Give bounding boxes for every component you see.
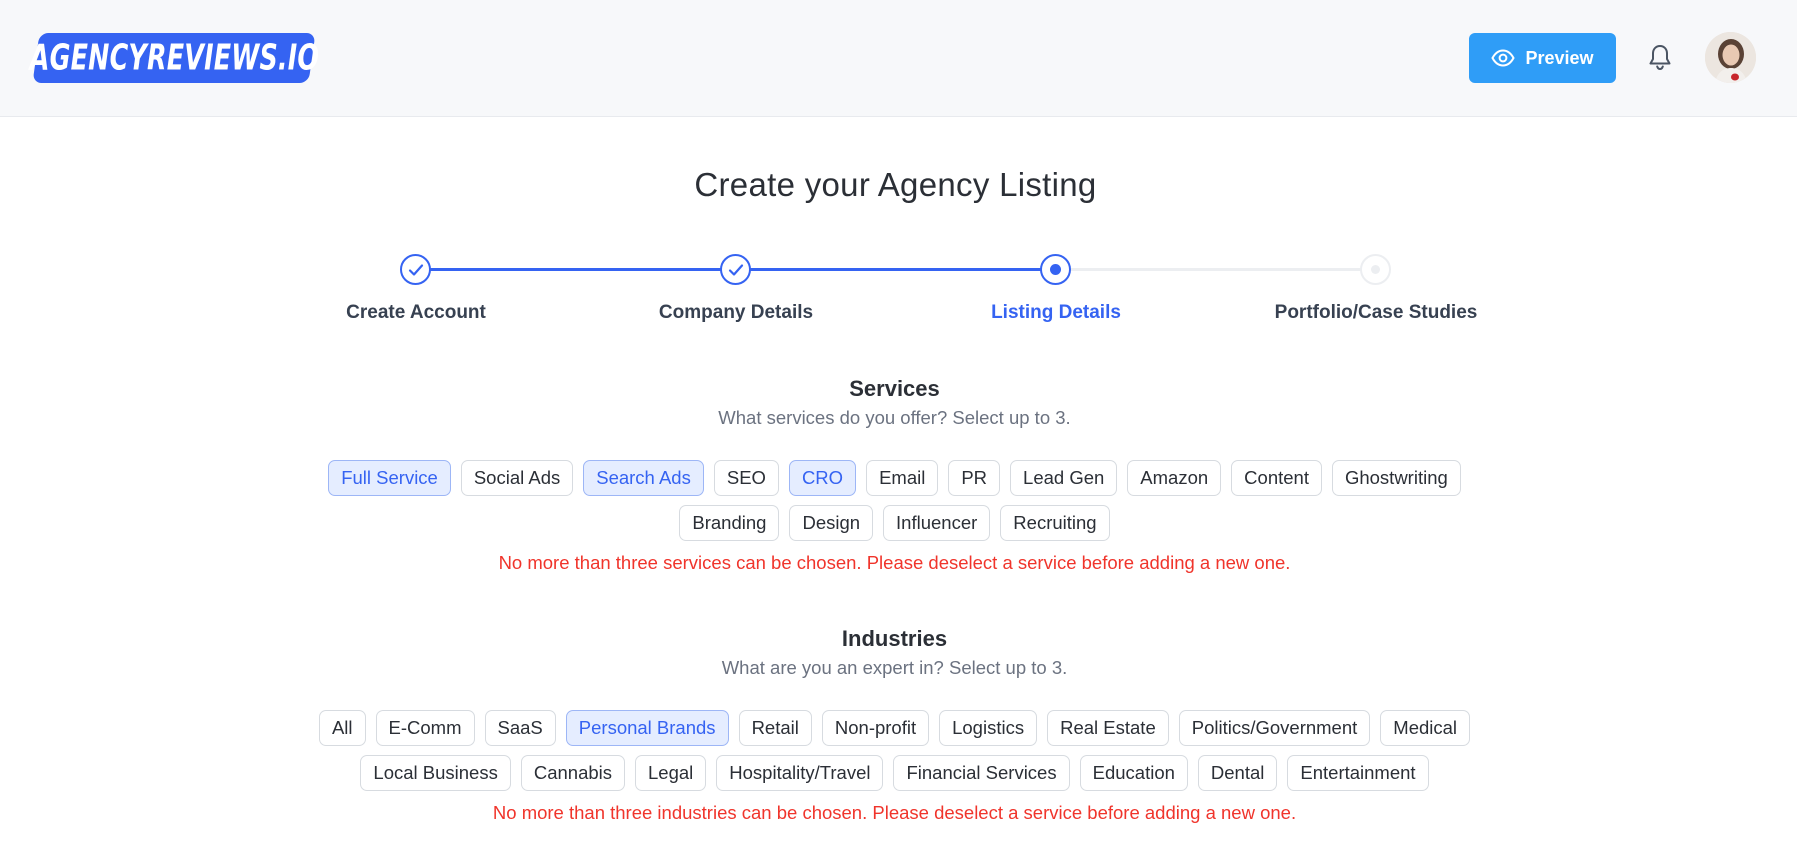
industries-error-message: No more than three industries can be cho… [492, 802, 1297, 823]
step-label-portfolio[interactable]: Portfolio/Case Studies [1236, 302, 1516, 324]
industry-chip[interactable]: Logistics [939, 710, 1038, 746]
industries-title: Industries [841, 626, 948, 651]
industry-chip[interactable]: Hospitality/Travel [716, 755, 884, 791]
industry-chip[interactable]: SaaS [484, 710, 556, 746]
industry-chip[interactable]: Real Estate [1047, 710, 1169, 746]
industries-row-1: All E-Comm SaaS Personal Brands Retail N… [0, 710, 1789, 746]
industries-row-2: Local Business Cannabis Legal Hospitalit… [0, 755, 1789, 791]
step-create-account-node[interactable] [400, 254, 431, 285]
eye-icon [1491, 49, 1516, 67]
industry-chip[interactable]: Medical [1380, 710, 1471, 746]
check-icon [728, 263, 743, 276]
services-row-1: Full Service Social Ads Search Ads SEO C… [0, 460, 1789, 496]
services-row-2: Branding Design Influencer Recruiting [0, 505, 1789, 541]
service-chip[interactable]: Search Ads [583, 460, 704, 496]
step-label-company-details[interactable]: Company Details [596, 302, 876, 324]
service-chip[interactable]: Amazon [1127, 460, 1222, 496]
logo[interactable]: AGENCYREVIEWS.IO [29, 33, 319, 83]
service-chip[interactable]: Branding [679, 505, 780, 541]
service-chip[interactable]: Design [789, 505, 874, 541]
service-chip[interactable]: Email [866, 460, 939, 496]
service-chip[interactable]: PR [948, 460, 1001, 496]
industry-chip[interactable]: Retail [738, 710, 812, 746]
step-listing-details-node[interactable] [1040, 254, 1071, 285]
industry-chip[interactable]: Local Business [360, 755, 511, 791]
service-chip[interactable]: Ghostwriting [1331, 460, 1461, 496]
avatar[interactable] [1705, 32, 1756, 83]
avatar-image [1705, 32, 1756, 83]
service-chip[interactable]: Lead Gen [1010, 460, 1118, 496]
service-chip[interactable]: Full Service [328, 460, 451, 496]
industry-chip[interactable]: Entertainment [1287, 755, 1429, 791]
logo-text: AGENCYREVIEWS.IO [29, 37, 319, 79]
step-label-listing-details[interactable]: Listing Details [916, 302, 1196, 324]
step-connector [735, 268, 1056, 271]
industry-chip[interactable]: E-Comm [375, 710, 475, 746]
industry-chip[interactable]: Non-profit [821, 710, 930, 746]
current-dot [1050, 264, 1061, 275]
industries-subtitle: What are you an expert in? Select up to … [721, 657, 1068, 678]
service-chip[interactable]: Social Ads [460, 460, 574, 496]
service-chip[interactable]: CRO [788, 460, 857, 496]
services-error-message: No more than three services can be chose… [498, 552, 1291, 573]
services-title: Services [849, 376, 940, 401]
industry-chip[interactable]: All [318, 710, 366, 746]
step-connector [416, 268, 735, 271]
page-title: Create your Agency Listing [694, 166, 1097, 203]
industry-chip[interactable]: Dental [1197, 755, 1278, 791]
services-subtitle: What services do you offer? Select up to… [718, 407, 1071, 428]
service-chip[interactable]: Recruiting [1000, 505, 1110, 541]
step-connector [1056, 268, 1376, 271]
industry-chip[interactable]: Personal Brands [565, 710, 729, 746]
industry-chip[interactable]: Cannabis [520, 755, 626, 791]
service-chip[interactable]: Content [1231, 460, 1322, 496]
top-header: AGENCYREVIEWS.IO Preview [0, 0, 1797, 117]
step-label-create-account[interactable]: Create Account [276, 302, 556, 324]
industry-chip[interactable]: Politics/Government [1178, 710, 1371, 746]
preview-button[interactable]: Preview [1469, 33, 1616, 83]
service-chip[interactable]: Influencer [883, 505, 991, 541]
check-icon [408, 263, 423, 276]
preview-label: Preview [1525, 47, 1594, 68]
industry-chip[interactable]: Legal [635, 755, 707, 791]
bell-icon[interactable] [1647, 43, 1673, 71]
step-portfolio-node[interactable] [1360, 254, 1391, 285]
pending-dot [1371, 265, 1380, 274]
progress-stepper: Create Account Company Details Listing D… [0, 250, 1797, 330]
industry-chip[interactable]: Education [1079, 755, 1188, 791]
industry-chip[interactable]: Financial Services [893, 755, 1070, 791]
step-company-details-node[interactable] [720, 254, 751, 285]
service-chip[interactable]: SEO [713, 460, 779, 496]
